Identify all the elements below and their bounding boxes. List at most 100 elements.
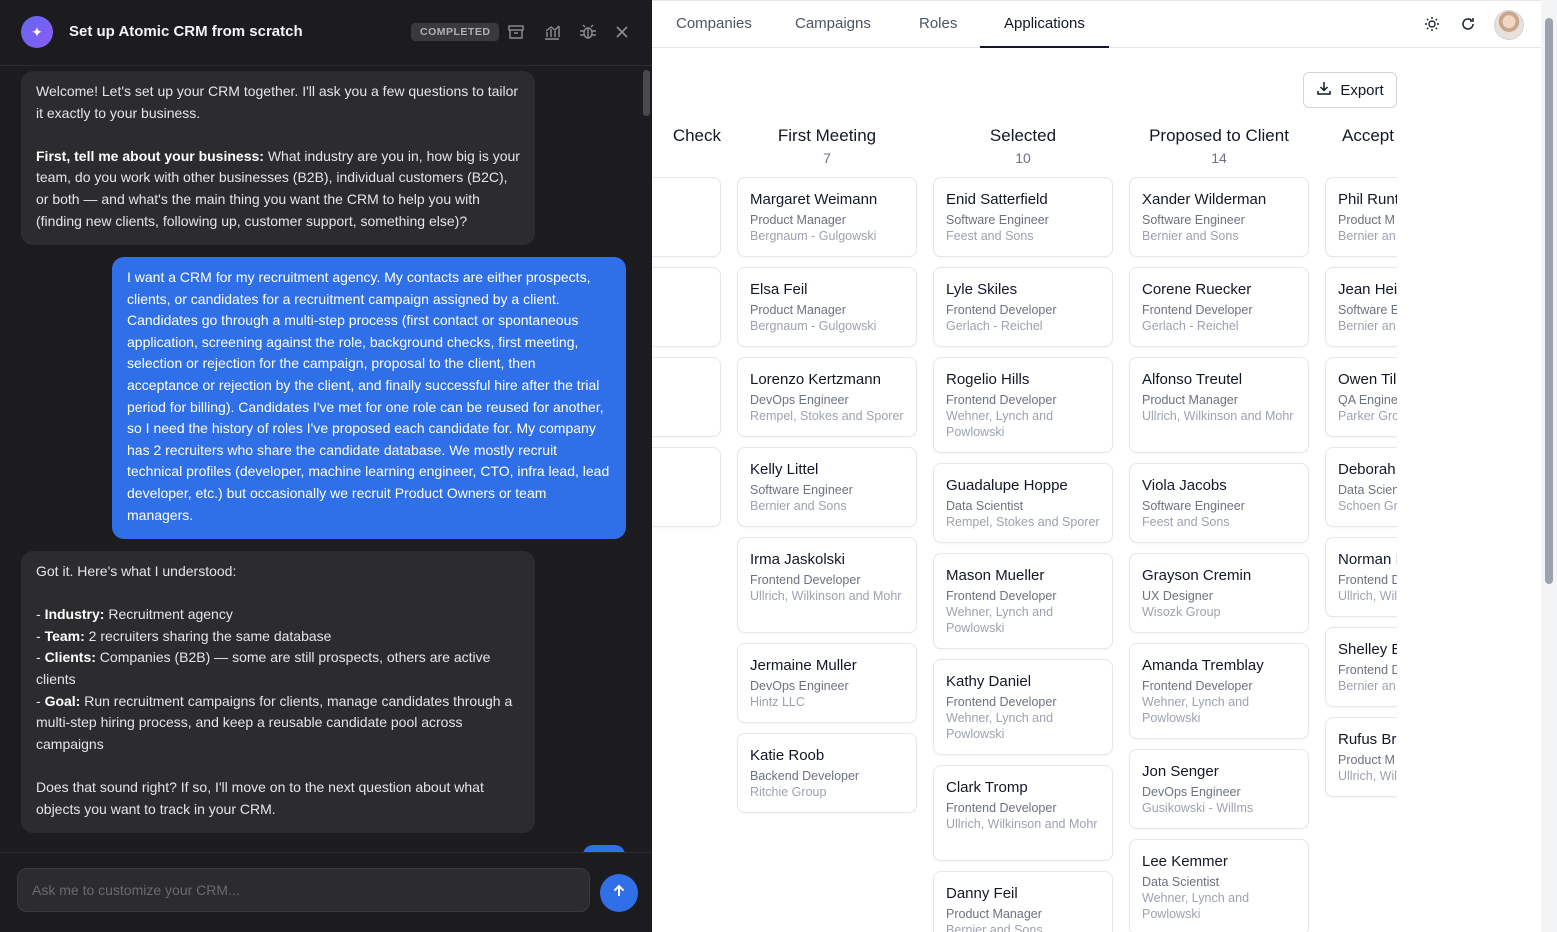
candidate-name: Mason Mueller: [946, 567, 1045, 584]
candidate-name: Lyle Skiles: [946, 281, 1018, 298]
chat-input[interactable]: [17, 868, 590, 912]
candidate-role: DevOps Engineer: [750, 679, 849, 693]
candidate-company: Ullrich, Wilkinson and Mohr: [750, 589, 902, 603]
user-avatar[interactable]: [1494, 10, 1524, 40]
application-card[interactable]: Katie Roob Backend Developer Ritchie Group: [737, 733, 917, 813]
close-icon[interactable]: [612, 22, 632, 42]
archive-icon[interactable]: [506, 22, 526, 42]
application-card[interactable]: ct: [652, 177, 721, 257]
candidate-role: Frontend Developer: [946, 393, 1057, 407]
application-card[interactable]: Lee Kemmer Data Scientist Wehner, Lynch an…: [1129, 839, 1309, 932]
application-card[interactable]: Jean Hei Software E Bernier an: [1325, 267, 1397, 347]
application-card[interactable]: Phil Runt Product M Bernier an: [1325, 177, 1397, 257]
chat-messages[interactable]: Welcome! Let's set up your CRM together.…: [0, 66, 652, 852]
application-card[interactable]: Grayson Cremin UX Designer Wisozk Group: [1129, 553, 1309, 633]
application-card[interactable]: Alfonso Treutel Product Manager Ullrich, W…: [1129, 357, 1309, 453]
tab-roles[interactable]: Roles: [895, 1, 981, 48]
application-card[interactable]: Jermaine Muller DevOps Engineer Hintz LLC: [737, 643, 917, 723]
application-card[interactable]: Lorenzo Kertzmann DevOps Engineer Rempel, …: [737, 357, 917, 437]
bug-icon[interactable]: [578, 22, 598, 42]
candidate-company: Wehner, Lynch and Powlowski: [946, 409, 1054, 439]
application-card[interactable]: Mason Mueller Frontend Developer Wehner, L…: [933, 553, 1113, 649]
candidate-role: Frontend Developer: [1142, 679, 1253, 693]
candidate-role: Backend Developer: [750, 769, 860, 783]
application-card[interactable]: nan ms: [652, 267, 721, 347]
candidate-role: Data Scien: [1338, 483, 1397, 497]
candidate-role: Frontend D: [1338, 663, 1397, 677]
export-button[interactable]: Export: [1303, 72, 1397, 108]
message-text: I want a CRM for my recruitment agency. …: [127, 269, 614, 523]
chat-header: ✦ Set up Atomic CRM from scratch COMPLET…: [0, 0, 652, 66]
application-card[interactable]: Viola Jacobs Software Engineer Feest and S…: [1129, 463, 1309, 543]
message-bold-text: Industry:: [44, 606, 105, 623]
candidate-name: Danny Feil: [946, 885, 1018, 902]
candidate-company: zik and: [652, 482, 708, 498]
chat-input-area: [0, 852, 652, 932]
application-card[interactable]: Rogelio Hills Frontend Developer Wehner, L…: [933, 357, 1113, 453]
application-card[interactable]: Xander Wilderman Software Engineer Bernier…: [1129, 177, 1309, 257]
application-card[interactable]: Jon Senger DevOps Engineer Gusikowski - Wi…: [1129, 749, 1309, 829]
candidate-role: Product Manager: [750, 303, 846, 317]
candidate-role: QA Engine: [1338, 393, 1397, 407]
application-card[interactable]: Clark Tromp Frontend Developer Ullrich, Wi…: [933, 765, 1113, 861]
application-card[interactable]: Owen Til QA Engine Parker Gro: [1325, 357, 1397, 437]
column-header: Proposed to Client 14: [1129, 121, 1309, 165]
candidate-company: Bernier and Sons: [750, 499, 847, 513]
candidate-company: Feest and Sons: [946, 229, 1034, 243]
candidate-name: Alfonso Treutel: [1142, 371, 1243, 388]
application-card[interactable]: Deborah Data Scien Schoen Gr: [1325, 447, 1397, 527]
candidate-role: Software Engineer: [750, 483, 853, 497]
page-scrollbar-thumb[interactable]: [1545, 18, 1553, 584]
candidate-role: Data Scientist: [946, 499, 1024, 513]
candidate-role: DevOps Engineer: [1142, 785, 1241, 799]
application-card[interactable]: Rufus Bro Product M Ullrich, Wil Mohr: [1325, 717, 1397, 797]
tab-applications[interactable]: Applications: [980, 1, 1109, 48]
column-header: Check: [652, 121, 721, 151]
candidate-name: Owen Til: [1338, 371, 1397, 388]
chat-scrollbar-thumb[interactable]: [643, 70, 650, 116]
chart-icon[interactable]: [542, 22, 562, 42]
application-card[interactable]: Kelly Littel Software Engineer Bernier and…: [737, 447, 917, 527]
candidate-role: Software Engineer: [1142, 499, 1245, 513]
candidate-name: Jermaine Muller: [750, 657, 857, 674]
message-bold-text: Goal:: [44, 692, 81, 709]
candidate-role: Product M: [1338, 753, 1395, 767]
candidate-company: Bernier and Sons: [946, 923, 1043, 932]
candidate-company: Ullrich, Wilkinson and Mohr: [946, 817, 1098, 831]
page-scrollbar[interactable]: [1541, 0, 1557, 932]
candidate-role: UX Designer: [1142, 589, 1213, 603]
candidate-name: Jean Hei: [1338, 281, 1397, 298]
application-card[interactable]: Elsa Feil Product Manager Bergnaum - Gulgo…: [737, 267, 917, 347]
application-card[interactable]: Kathy Daniel Frontend Developer Wehner, Ly…: [933, 659, 1113, 755]
candidate-role: Software Engineer: [1142, 213, 1245, 227]
application-card[interactable]: zmann r: [652, 357, 721, 437]
candidate-name: Norman I: [1338, 551, 1397, 568]
application-card[interactable]: Guadalupe Hoppe Data Scientist Rempel, Sto…: [933, 463, 1113, 543]
application-card[interactable]: ke zik and: [652, 447, 721, 527]
application-card[interactable]: Margaret Weimann Product Manager Bergnaum …: [737, 177, 917, 257]
application-card[interactable]: Danny Feil Product Manager Bernier and Son…: [933, 871, 1113, 932]
application-card[interactable]: Irma Jaskolski Frontend Developer Ullrich,…: [737, 537, 917, 633]
candidate-company: Bernier an: [1338, 229, 1396, 243]
candidate-company: Bergnaum - Gulgowski: [750, 229, 877, 243]
application-card[interactable]: Lyle Skiles Frontend Developer Gerlach - R…: [933, 267, 1113, 347]
application-card[interactable]: Norman I Frontend D Ullrich, Wil Mohr: [1325, 537, 1397, 617]
candidate-company: Ullrich, Wil Mohr: [1338, 589, 1397, 603]
tab-companies[interactable]: Companies: [652, 1, 776, 48]
candidate-name: Kelly Littel: [750, 461, 819, 478]
tab-campaigns[interactable]: Campaigns: [771, 1, 895, 48]
candidate-company: ct: [652, 192, 708, 208]
refresh-icon[interactable]: [1457, 13, 1479, 35]
application-card[interactable]: Shelley B Frontend D Bernier an: [1325, 627, 1397, 707]
application-card[interactable]: Enid Satterfield Software Engineer Feest a…: [933, 177, 1113, 257]
sun-icon[interactable]: [1421, 13, 1443, 35]
application-card[interactable]: Amanda Tremblay Frontend Developer Wehner,…: [1129, 643, 1309, 739]
column-count: 10: [1015, 150, 1031, 166]
application-card[interactable]: Corene Ruecker Frontend Developer Gerlach …: [1129, 267, 1309, 347]
column-title: Selected: [989, 126, 1057, 145]
candidate-role: DevOps Engineer: [750, 393, 849, 407]
candidate-name: nan: [652, 280, 708, 300]
send-button[interactable]: [600, 874, 638, 912]
candidate-role: Frontend Developer: [1142, 303, 1253, 317]
candidate-name: zmann: [652, 370, 708, 390]
